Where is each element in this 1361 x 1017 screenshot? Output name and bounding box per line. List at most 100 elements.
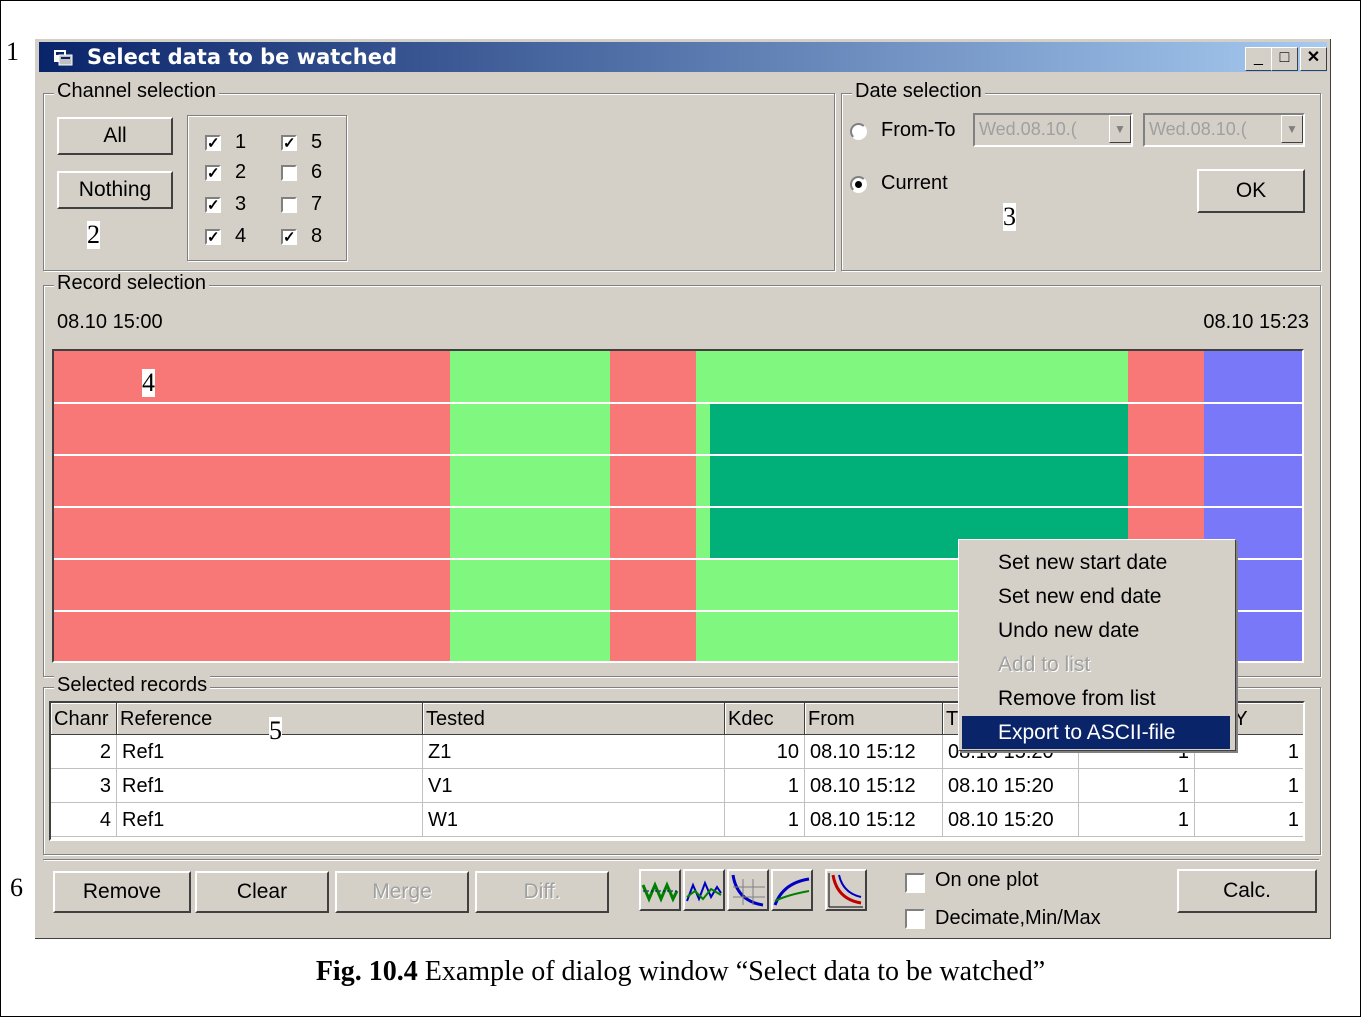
frequency-plot-icon [686, 880, 722, 902]
menu-item-add-to-list[interactable]: Add to list [962, 648, 1230, 681]
menu-item-remove-from-list[interactable]: Remove from list [962, 682, 1230, 715]
table-cell: Ref1 [117, 769, 423, 803]
curves-plot-icon [828, 873, 863, 908]
frequency-plot-button[interactable] [683, 869, 725, 911]
record-selection-label: Record selection [54, 272, 209, 295]
timeline-selected-block[interactable] [710, 403, 1128, 559]
from-date-combo[interactable]: Wed.08.10.( ▼ [973, 113, 1133, 147]
callout-2: 2 [87, 220, 100, 249]
channel-6-checkbox[interactable] [281, 165, 297, 181]
record-end-time: 08.10 15:23 [1203, 311, 1309, 333]
table-cell: 3 [51, 769, 117, 803]
to-date-combo[interactable]: Wed.08.10.( ▼ [1143, 113, 1305, 147]
u-plot-icon [731, 874, 765, 907]
menu-item-export-to-ascii-file[interactable]: Export to ASCII-file [962, 716, 1230, 749]
remove-button[interactable]: Remove [53, 871, 191, 913]
selected-records-label: Selected records [54, 674, 211, 697]
channel-8-checkbox[interactable]: ✓ [281, 229, 297, 245]
maximize-button[interactable]: □ [1271, 47, 1298, 71]
column-header[interactable]: From [805, 703, 943, 735]
table-cell: 2 [51, 735, 117, 769]
table-cell: 1 [1079, 803, 1195, 837]
table-cell: 1 [725, 769, 805, 803]
maximize-icon: □ [1279, 49, 1290, 66]
callout-6: 6 [10, 873, 23, 902]
title-bar[interactable]: Select data to be watched _ □ ✕ [39, 42, 1327, 72]
channel-selection-label: Channel selection [54, 80, 219, 103]
s-plot-button[interactable] [771, 869, 813, 911]
table-cell: V1 [423, 769, 725, 803]
radio-selected-dot [855, 181, 862, 188]
channel-5-label: 5 [311, 131, 323, 153]
all-button[interactable]: All [57, 117, 173, 155]
current-label: Current [881, 172, 948, 194]
window-title: Select data to be watched [87, 45, 397, 69]
table-cell: 08.10 15:12 [805, 735, 943, 769]
table-cell: 08.10 15:12 [805, 803, 943, 837]
table-cell: 1 [1195, 769, 1303, 803]
callout-4: 4 [142, 368, 155, 397]
channel-7-label: 7 [311, 193, 323, 215]
table-cell: Ref1 [117, 803, 423, 837]
u-plot-button[interactable] [727, 869, 769, 911]
on-one-plot-label: On one plot [935, 869, 1039, 891]
channel-8-label: 8 [311, 225, 323, 247]
column-header[interactable]: Tested [423, 703, 725, 735]
chevron-down-icon[interactable]: ▼ [1281, 115, 1303, 143]
table-cell: 08.10 15:20 [943, 769, 1079, 803]
table-cell: W1 [423, 803, 725, 837]
menu-item-set-new-end-date[interactable]: Set new end date [962, 580, 1230, 613]
table-cell: 1 [1195, 803, 1303, 837]
channel-4-checkbox[interactable]: ✓ [205, 229, 221, 245]
decimate-label: Decimate,Min/Max [935, 907, 1101, 929]
minimize-icon: _ [1254, 49, 1263, 66]
to-date-value: Wed.08.10.( [1149, 119, 1247, 139]
chevron-down-icon[interactable]: ▼ [1109, 115, 1131, 143]
close-button[interactable]: ✕ [1300, 47, 1327, 71]
on-one-plot-checkbox[interactable] [905, 873, 925, 893]
figure-caption: Fig. 10.4 Example of dialog window “Sele… [0, 956, 1361, 988]
table-cell: 10 [725, 735, 805, 769]
column-header[interactable]: Chanr [51, 703, 117, 735]
table-cell: 08.10 15:12 [805, 769, 943, 803]
minimize-button[interactable]: _ [1245, 47, 1272, 71]
ok-button[interactable]: OK [1197, 169, 1305, 213]
channel-1-checkbox[interactable]: ✓ [205, 135, 221, 151]
callout-1: 1 [6, 37, 19, 66]
from-date-value: Wed.08.10.( [979, 119, 1077, 139]
table-cell: Z1 [423, 735, 725, 769]
channel-3-checkbox[interactable]: ✓ [205, 197, 221, 213]
diff-button[interactable]: Diff. [475, 871, 609, 913]
channel-6-label: 6 [311, 161, 323, 183]
from-to-label: From-To [881, 119, 956, 141]
table-cell: 4 [51, 803, 117, 837]
current-radio[interactable] [850, 176, 867, 193]
table-cell: 1 [725, 803, 805, 837]
channel-7-checkbox[interactable] [281, 197, 297, 213]
s-plot-icon [773, 877, 810, 906]
nothing-button[interactable]: Nothing [57, 171, 173, 209]
column-header[interactable]: Kdec [725, 703, 805, 735]
curves-plot-button[interactable] [825, 869, 867, 911]
from-to-radio[interactable] [850, 123, 867, 140]
decimate-checkbox[interactable] [905, 909, 925, 929]
calc-button[interactable]: Calc. [1177, 869, 1317, 913]
table-cell: 08.10 15:20 [943, 803, 1079, 837]
channel-2-checkbox[interactable]: ✓ [205, 165, 221, 181]
callout-5: 5 [269, 716, 282, 745]
date-selection-label: Date selection [852, 80, 985, 103]
record-start-time: 08.10 15:00 [57, 311, 163, 333]
menu-item-set-new-start-date[interactable]: Set new start date [962, 546, 1230, 579]
time-plot-button[interactable] [639, 869, 681, 911]
clear-button[interactable]: Clear [195, 871, 329, 913]
channel-5-checkbox[interactable]: ✓ [281, 135, 297, 151]
channel-2-label: 2 [235, 161, 247, 183]
figure-number: Fig. 10.4 [315, 956, 418, 987]
app-icon [54, 50, 73, 66]
channel-4-label: 4 [235, 225, 247, 247]
menu-item-undo-new-date[interactable]: Undo new date [962, 614, 1230, 647]
callout-3: 3 [1003, 202, 1016, 231]
channel-3-label: 3 [235, 193, 247, 215]
merge-button[interactable]: Merge [335, 871, 469, 913]
table-cell: 1 [1079, 769, 1195, 803]
